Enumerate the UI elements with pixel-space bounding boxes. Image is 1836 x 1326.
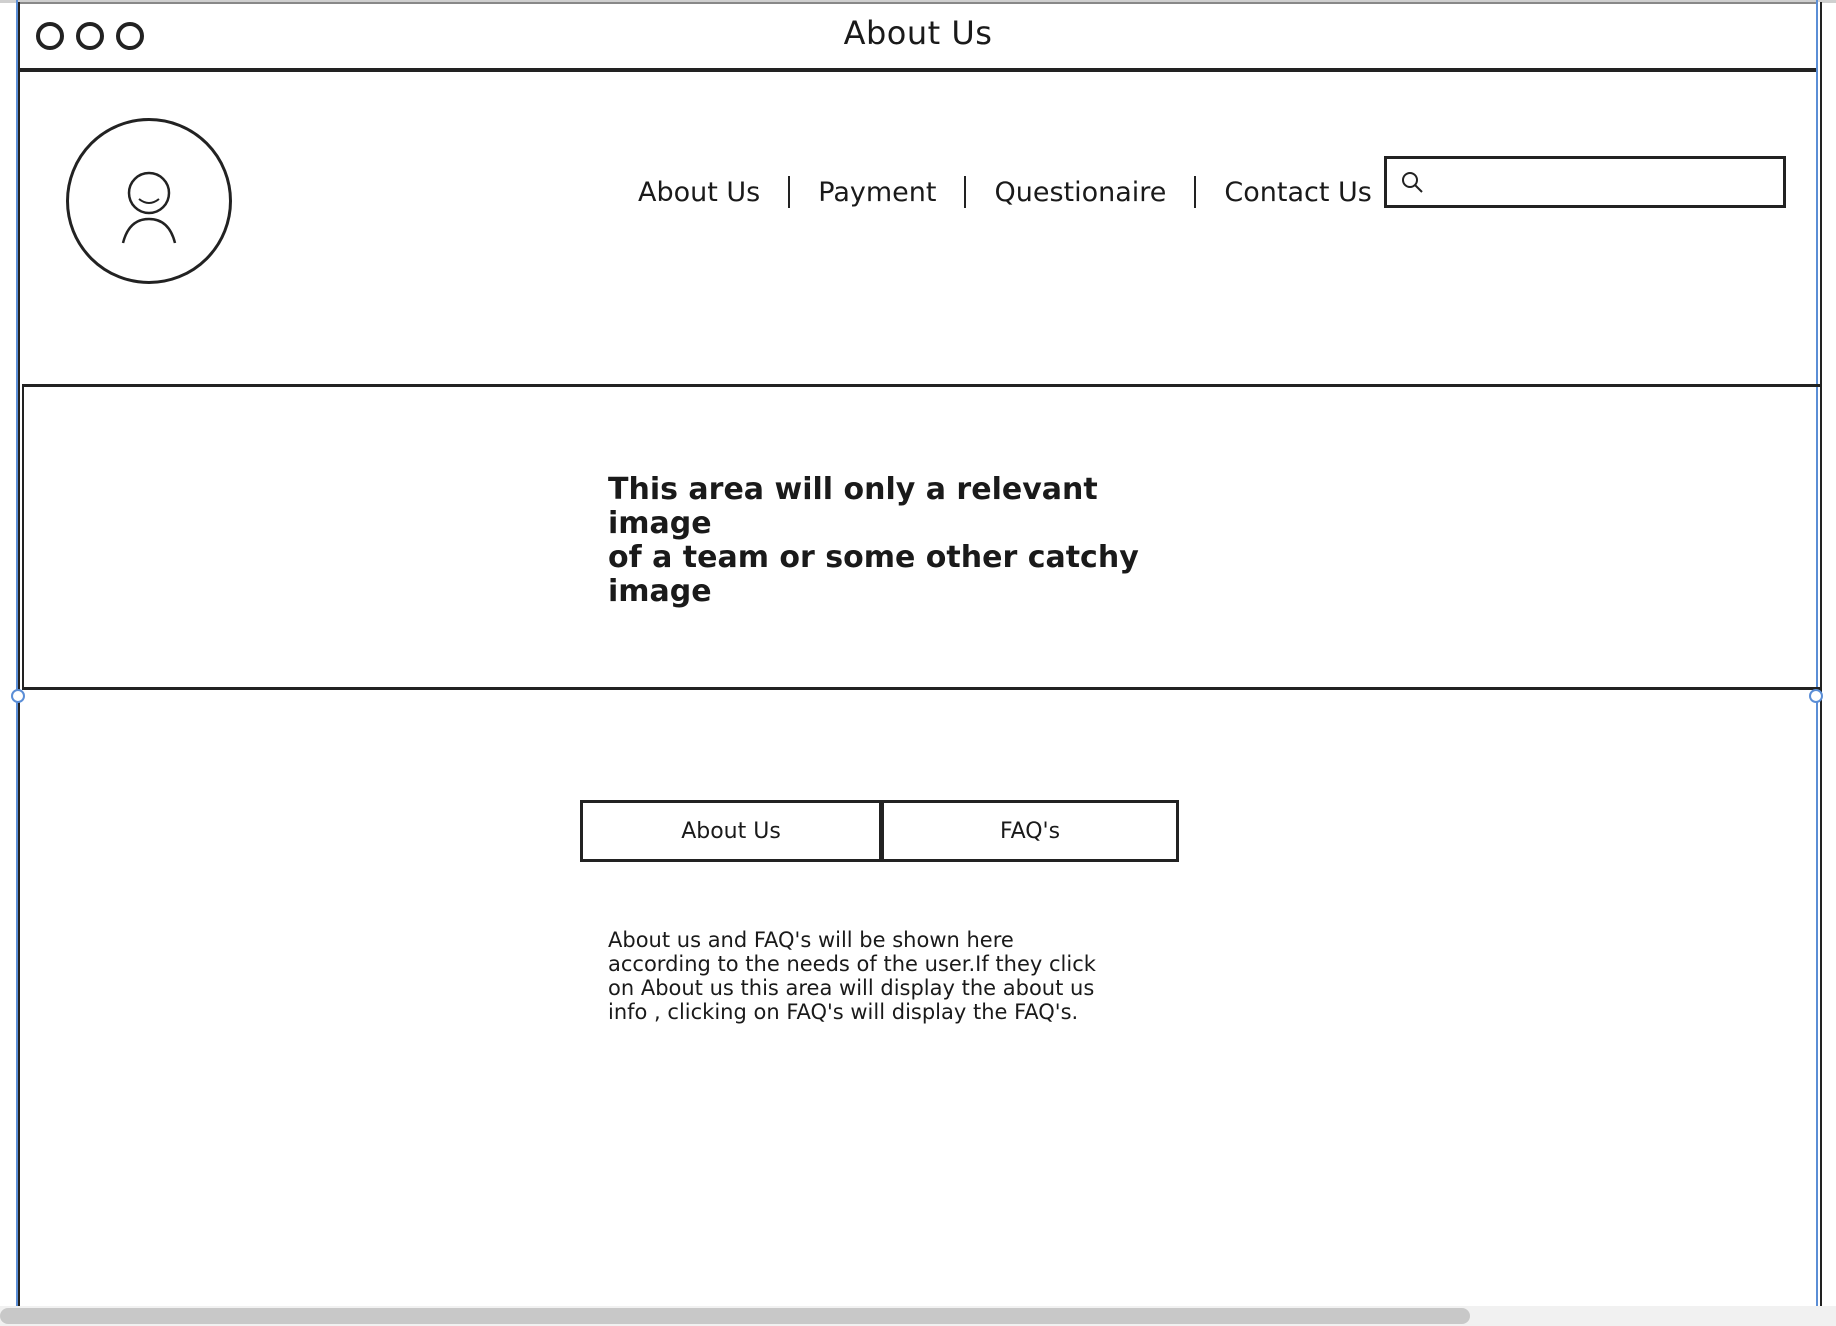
nav-questionaire[interactable]: Questionaire <box>966 177 1194 208</box>
search-input[interactable] <box>1437 165 1771 201</box>
nav-contact-us[interactable]: Contact Us <box>1196 177 1399 208</box>
main-nav: About Us Payment Questionaire Contact Us <box>610 170 1400 214</box>
tab-faqs[interactable]: FAQ's <box>881 800 1179 862</box>
content-line: according to the needs of the user.If th… <box>608 952 1096 976</box>
hero-caption-line: This area will only a relevant image <box>608 472 1098 541</box>
window-title: About Us <box>843 14 993 52</box>
content-line: info , clicking on FAQ's will display th… <box>608 1000 1079 1024</box>
resize-handle-left[interactable] <box>11 689 25 703</box>
content-line: on About us this area will display the a… <box>608 976 1095 1000</box>
window-titlebar: About Us <box>20 2 1816 72</box>
tab-about-us[interactable]: About Us <box>580 800 882 862</box>
search-box <box>1384 156 1786 208</box>
nav-payment[interactable]: Payment <box>790 177 964 208</box>
hero-caption: This area will only a relevant image of … <box>608 473 1148 609</box>
nav-about-us[interactable]: About Us <box>610 177 788 208</box>
selection-guide-left <box>16 0 18 1310</box>
search-icon <box>1402 172 1423 193</box>
content-tabs: About Us FAQ's <box>580 800 1179 862</box>
hero-caption-line: image <box>608 574 712 609</box>
hero-caption-line: of a team or some other catchy <box>608 540 1139 575</box>
resize-handle-right[interactable] <box>1809 689 1823 703</box>
hero-image-placeholder: This area will only a relevant image of … <box>22 384 1822 690</box>
scrollbar-thumb[interactable] <box>0 1308 1470 1324</box>
user-avatar-icon[interactable] <box>66 118 232 284</box>
tab-content-text: About us and FAQ's will be shown here ac… <box>608 928 1168 1024</box>
content-line: About us and FAQ's will be shown here <box>608 928 1014 952</box>
